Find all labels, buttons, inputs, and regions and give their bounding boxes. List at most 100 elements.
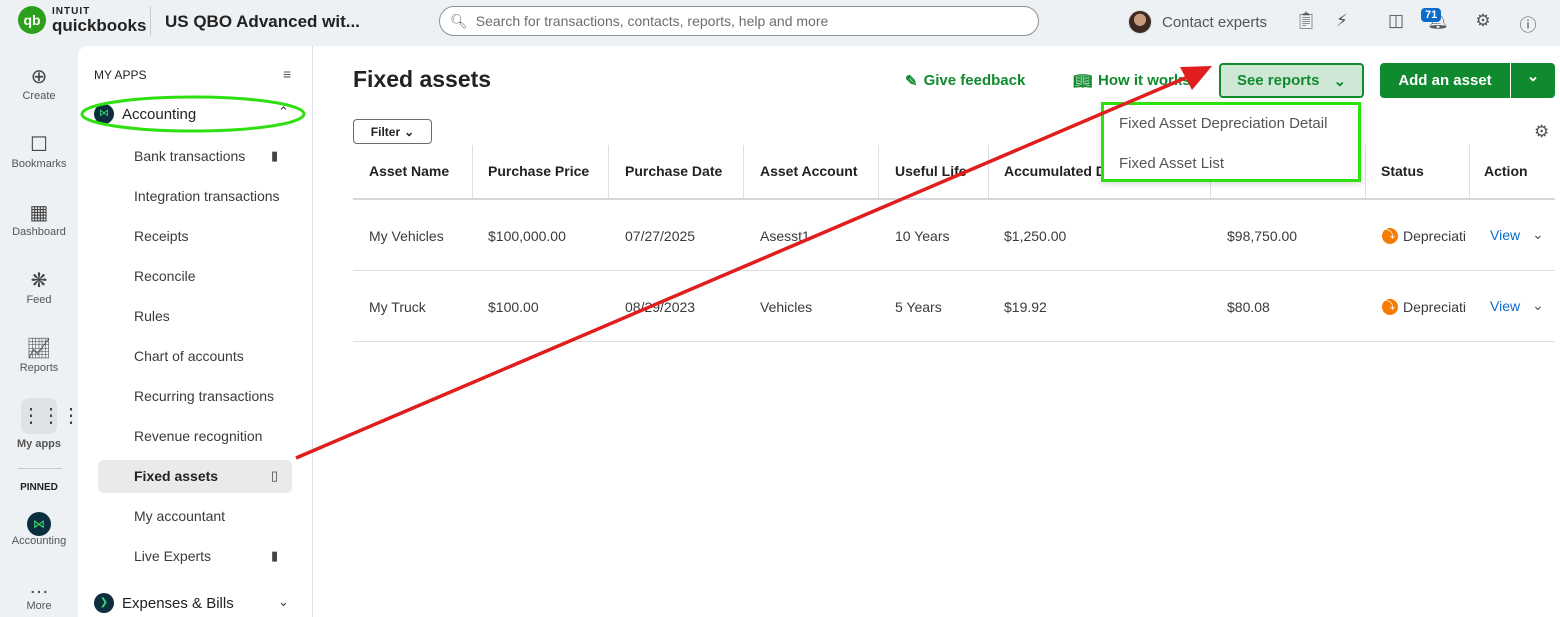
rail-label: Reports [19, 362, 59, 374]
chevron-down-icon: ⌄ [404, 124, 415, 139]
add-asset-button[interactable]: Add an asset [1380, 63, 1510, 98]
section-label: Accounting [122, 105, 197, 123]
apps-icon[interactable]: ◫ [1385, 11, 1407, 31]
column-divider [988, 145, 989, 198]
grid-icon: ⋮⋮⋮ [21, 398, 81, 434]
sidebar-item-live-experts[interactable]: Live Experts [134, 548, 211, 564]
column-divider [878, 145, 879, 198]
contact-experts-button[interactable]: Contact experts [1128, 10, 1267, 34]
view-link[interactable]: View [1490, 227, 1520, 243]
sidebar-item-fixed-assets[interactable]: Fixed assets [134, 468, 218, 484]
chevron-up-icon[interactable]: ⌃ [278, 104, 289, 120]
quickbooks-logo[interactable]: qb INTUIT quickbooks [18, 6, 146, 34]
filter-button[interactable]: Filter ⌄ [353, 119, 432, 144]
row-divider [353, 341, 1555, 342]
bookmark-filled-icon[interactable]: ▮ [271, 548, 278, 564]
menu-item-asset-list[interactable]: Fixed Asset List [1119, 155, 1224, 172]
divider [150, 6, 151, 36]
column-divider [743, 145, 744, 198]
row-divider [353, 270, 1555, 271]
how-it-works-link[interactable]: 📖︎ How it works [1073, 72, 1191, 90]
rail-feed[interactable]: ❋ Feed [0, 268, 78, 306]
rail-bookmarks[interactable]: ☐ Bookmarks [0, 132, 78, 170]
accounting-icon: ⋈ [94, 104, 114, 124]
cell-useful-life: 5 Years [895, 299, 942, 315]
sidebar-item-reconcile[interactable]: Reconcile [134, 268, 195, 284]
bookmark-filled-icon[interactable]: ▮ [271, 148, 278, 164]
lightning-icon: ⤵ [1382, 228, 1398, 244]
plus-circle-icon: ⊕ [30, 66, 48, 88]
rail-label: Create [22, 90, 56, 102]
column-header[interactable]: Purchase Price [488, 163, 589, 179]
table-settings-gear-icon[interactable]: ⚙ [1534, 122, 1549, 142]
sidebar-item-recurring-transactions[interactable]: Recurring transactions [134, 388, 274, 404]
column-header[interactable]: Purchase Date [625, 163, 722, 179]
search-input[interactable]: 🔍︎ Search for transactions, contacts, rep… [439, 6, 1039, 36]
rail-reports[interactable]: 📈︎ Reports [0, 336, 78, 374]
header-divider [353, 198, 1555, 200]
sidebar-item-bank-transactions[interactable]: Bank transactions [134, 148, 245, 164]
sidebar-item-receipts[interactable]: Receipts [134, 228, 188, 244]
book-icon: 📖︎ [1073, 73, 1093, 90]
apps-sidebar: MY APPS ≡ ⋈ Accounting ⌃ Bank transactio… [78, 46, 313, 617]
sidebar-title: MY APPS [94, 68, 147, 82]
cell-asset-name: My Truck [369, 299, 426, 315]
contact-label: Contact experts [1162, 13, 1268, 31]
feedback-icon: ✎ [905, 73, 918, 90]
cell-asset-name: My Vehicles [369, 228, 444, 244]
rail-more[interactable]: … More [0, 574, 78, 612]
column-divider [1469, 145, 1470, 198]
sidebar-item-integration-transactions[interactable]: Integration transactions [134, 188, 280, 204]
column-header[interactable]: Action [1484, 163, 1528, 179]
rail-accounting[interactable]: ⋈ Accounting [0, 509, 78, 547]
column-header[interactable]: Useful Life [895, 163, 967, 179]
gear-icon[interactable]: ⚙ [1472, 11, 1494, 31]
cell-book-value: $98,750.00 [1227, 228, 1298, 244]
cell-asset-account: Asesst1 [760, 228, 810, 244]
sidebar-section-accounting[interactable]: ⋈ Accounting [94, 104, 196, 124]
lightning-icon[interactable]: ⚡︎ [1331, 11, 1353, 31]
chevron-down-icon: ⌄ [1333, 72, 1347, 90]
rail-dashboard[interactable]: ▦ Dashboard [0, 200, 78, 238]
chevron-down-icon[interactable]: ⌄ [1532, 226, 1544, 243]
company-name[interactable]: US QBO Advanced wit... [165, 12, 360, 32]
menu-item-depreciation-detail[interactable]: Fixed Asset Depreciation Detail [1119, 115, 1327, 132]
bookmark-outline-icon[interactable]: ▯ [271, 468, 278, 484]
chevron-down-icon[interactable]: ⌄ [278, 594, 289, 610]
rail-label: Feed [26, 294, 52, 306]
help-icon[interactable]: ⓘ [1517, 11, 1539, 36]
page-title: Fixed assets [353, 66, 492, 92]
more-icon: … [29, 576, 49, 598]
column-divider [608, 145, 609, 198]
search-placeholder: Search for transactions, contacts, repor… [475, 13, 829, 29]
see-reports-button[interactable]: See reports ⌄ [1219, 63, 1364, 98]
chevron-down-icon[interactable]: ⌄ [1532, 297, 1544, 314]
sidebar-item-chart-of-accounts[interactable]: Chart of accounts [134, 348, 244, 364]
collapse-menu-icon[interactable]: ≡ [283, 66, 291, 82]
cell-accumulated-depreciation: $1,250.00 [1004, 228, 1067, 244]
column-header[interactable]: Accumulated D [1004, 163, 1106, 179]
filter-label: Filter [370, 124, 401, 139]
view-link[interactable]: View [1490, 298, 1520, 314]
add-asset-dropdown-chevron-icon[interactable]: ⌄ [1511, 67, 1555, 85]
rail-label: More [26, 600, 52, 612]
rail-create[interactable]: ⊕ Create [0, 64, 78, 102]
give-feedback-link[interactable]: ✎ Give feedback [905, 72, 1025, 90]
sidebar-section-expenses[interactable]: ❯ Expenses & Bills [94, 593, 234, 613]
accounting-icon: ⋈ [0, 509, 78, 536]
status-label: Depreciati [1403, 299, 1467, 315]
clipboard-icon[interactable]: 📋︎ [1295, 11, 1317, 31]
column-header[interactable]: Asset Account [760, 163, 858, 179]
sidebar-item-my-accountant[interactable]: My accountant [134, 508, 225, 524]
column-header[interactable]: Status [1381, 163, 1424, 179]
rail-label: Bookmarks [11, 158, 67, 170]
chart-icon: 📈︎ [26, 338, 52, 360]
status-badge: ⤵ Depreciati [1382, 228, 1468, 244]
cell-useful-life: 10 Years [895, 228, 950, 244]
column-header[interactable]: Asset Name [369, 163, 449, 179]
cell-asset-account: Vehicles [760, 299, 813, 315]
search-icon: 🔍︎ [450, 12, 468, 29]
rail-my-apps[interactable]: ⋮⋮⋮ My apps [0, 398, 81, 450]
sidebar-item-rules[interactable]: Rules [134, 308, 170, 324]
sidebar-item-revenue-recognition[interactable]: Revenue recognition [134, 428, 262, 444]
